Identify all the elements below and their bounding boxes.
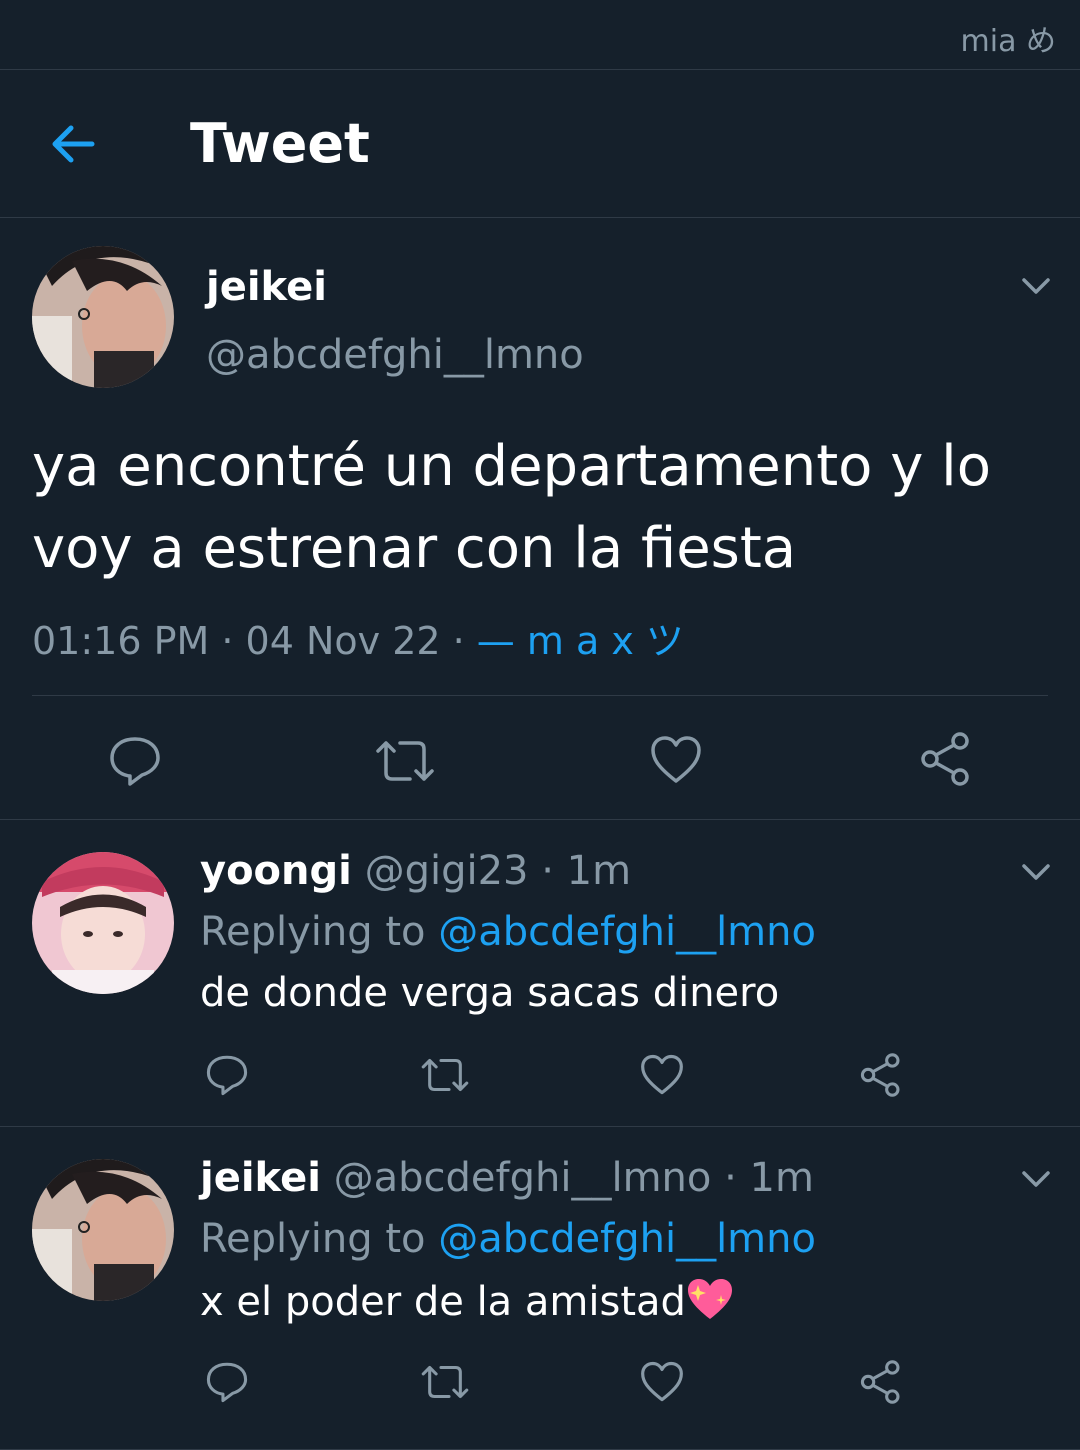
arrow-left-icon <box>52 125 95 163</box>
reply-tweet[interactable]: jeikei @abcdefghi__lmno · 1m Replying to… <box>0 1127 1080 1450</box>
back-button[interactable] <box>44 114 104 174</box>
replying-to-label: Replying to <box>200 909 439 955</box>
reply-header: yoongi @gigi23 · 1m <box>200 848 631 894</box>
reply-tweet[interactable]: yoongi @gigi23 · 1m Replying to @abcdefg… <box>0 820 1080 1127</box>
reply-author-name[interactable]: yoongi <box>200 848 352 894</box>
replying-to: Replying to @abcdefghi__lmno <box>200 1216 816 1262</box>
replying-to-mention[interactable]: @abcdefghi__lmno <box>438 1216 816 1262</box>
main-tweet: jeikei @abcdefghi__lmno ya encontré un d… <box>0 218 1080 820</box>
chevron-down-icon[interactable] <box>1018 274 1054 298</box>
reply-actions <box>0 1357 1080 1407</box>
share-icon[interactable] <box>860 1052 902 1102</box>
page-title: Tweet <box>190 112 370 175</box>
tweet-text: ya encontré un departamento y lo voy a e… <box>32 434 991 581</box>
reply-author-name[interactable]: jeikei <box>200 1155 321 1201</box>
divider <box>32 695 1048 696</box>
replying-to-label: Replying to <box>200 1216 439 1262</box>
reply-icon[interactable] <box>108 735 162 791</box>
chevron-down-icon[interactable] <box>1018 1167 1054 1191</box>
tweet-actions <box>0 723 1080 793</box>
author-name[interactable]: jeikei <box>206 264 327 310</box>
tweet-source[interactable]: — m a x ツ <box>477 619 684 663</box>
retweet-icon[interactable] <box>420 1361 470 1407</box>
status-bar-text: mia め <box>960 24 1056 59</box>
chevron-down-icon[interactable] <box>1018 860 1054 884</box>
avatar[interactable] <box>32 852 174 994</box>
reply-header: jeikei @abcdefghi__lmno · 1m <box>200 1155 814 1201</box>
retweet-icon[interactable] <box>420 1054 470 1100</box>
reply-actions <box>0 1050 1080 1100</box>
reply-handle-time: @abcdefghi__lmno · 1m <box>320 1155 814 1201</box>
tweet-page: mia め Tweet jeikei @abcdefghi__lmno ya e… <box>0 0 1080 1450</box>
retweet-icon[interactable] <box>374 735 436 791</box>
avatar[interactable] <box>32 246 174 388</box>
reply-text: de donde verga sacas dinero <box>200 970 780 1016</box>
like-heart-icon[interactable] <box>640 1361 684 1407</box>
tweet-timestamp: 01:16 PM · 04 Nov 22 · <box>32 619 477 663</box>
sparkling-heart-emoji-icon <box>686 1277 734 1331</box>
reply-handle-time: @gigi23 · 1m <box>351 848 632 894</box>
reply-text-container: x el poder de la amistad <box>200 1277 734 1331</box>
status-bar: mia め <box>0 0 1080 70</box>
reply-icon[interactable] <box>205 1361 249 1407</box>
reply-icon[interactable] <box>205 1054 249 1100</box>
replying-to: Replying to @abcdefghi__lmno <box>200 909 816 955</box>
author-handle[interactable]: @abcdefghi__lmno <box>206 332 584 378</box>
page-header: Tweet <box>0 70 1080 218</box>
like-heart-icon[interactable] <box>640 1054 684 1100</box>
like-heart-icon[interactable] <box>650 735 702 789</box>
share-icon[interactable] <box>860 1359 902 1409</box>
tweet-meta: 01:16 PM · 04 Nov 22 · — m a x ツ <box>32 610 684 665</box>
replying-to-mention[interactable]: @abcdefghi__lmno <box>438 909 816 955</box>
reply-text: x el poder de la amistad <box>200 1279 686 1325</box>
avatar[interactable] <box>32 1159 174 1301</box>
share-icon[interactable] <box>920 731 972 791</box>
